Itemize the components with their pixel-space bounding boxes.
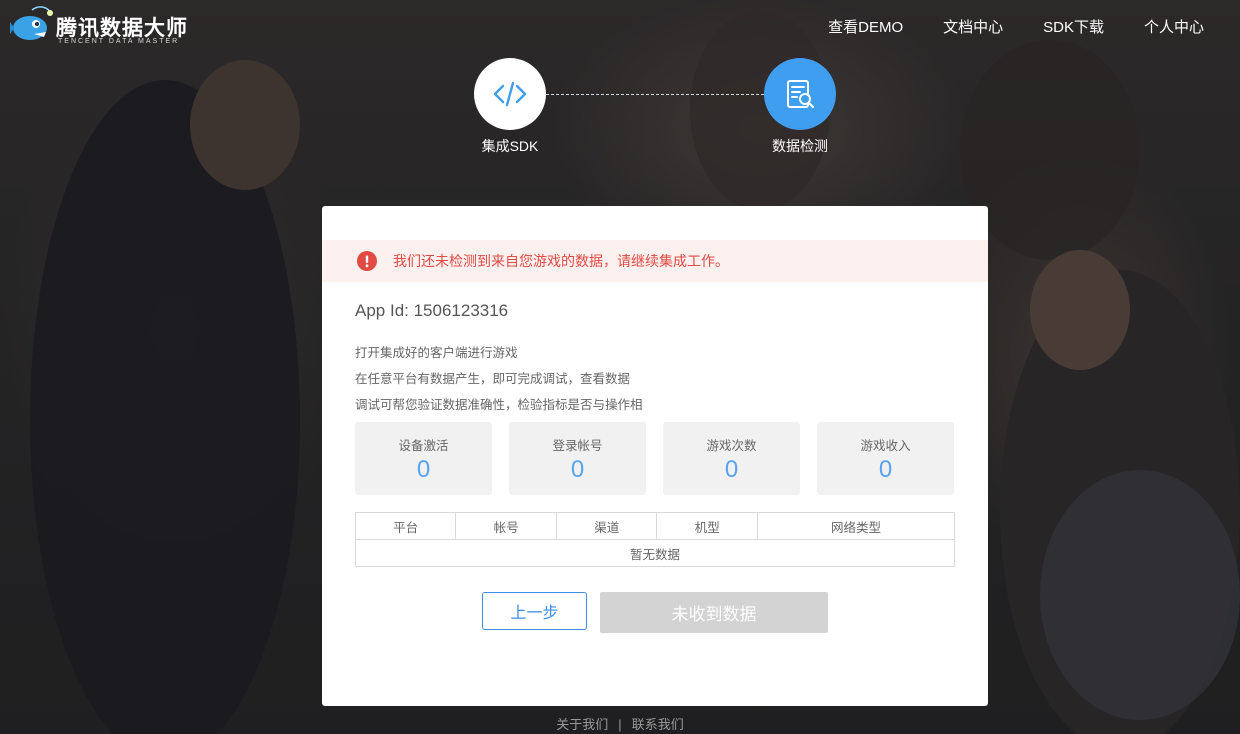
- contact-us-link[interactable]: 联系我们: [632, 717, 684, 732]
- step-data-check: 数据检测: [740, 58, 860, 156]
- brand-logo[interactable]: 腾讯数据大师 TENCENT DATA MASTER: [10, 2, 187, 48]
- step-circle-active: [764, 58, 836, 130]
- top-nav: 查看DEMO 文档中心 SDK下载 个人中心: [828, 16, 1204, 37]
- nav-personal-center[interactable]: 个人中心: [1144, 16, 1204, 37]
- warning-alert: 我们还未检测到来自您游戏的数据，请继续集成工作。: [322, 240, 988, 282]
- stat-device-activation: 设备激活 0: [355, 422, 492, 495]
- step-label: 集成SDK: [481, 138, 539, 154]
- stat-title: 设备激活: [398, 439, 449, 453]
- table-header-row: 平台 帐号 渠道 机型 网络类型: [354, 512, 956, 540]
- stat-login-account: 登录帐号 0: [509, 422, 646, 495]
- nav-docs[interactable]: 文档中心: [943, 16, 1003, 37]
- alert-message: 我们还未检测到来自您游戏的数据，请继续集成工作。: [393, 253, 729, 269]
- step-circle: [474, 58, 546, 130]
- instruction-line: 在任意平台有数据产生，即可完成调试，查看数据: [355, 372, 631, 386]
- data-check-card: 我们还未检测到来自您游戏的数据，请继续集成工作。 App Id: 1506123…: [322, 206, 988, 706]
- code-icon: [493, 81, 527, 107]
- stat-title: 登录帐号: [552, 439, 603, 453]
- step-label: 数据检测: [772, 138, 828, 154]
- nav-demo[interactable]: 查看DEMO: [828, 16, 903, 37]
- instruction-line: 调试可帮您验证数据准确性，检验指标是否与操作相: [355, 398, 643, 412]
- column-header: 渠道: [555, 512, 658, 540]
- stat-value: 0: [570, 456, 585, 483]
- stat-value: 0: [416, 456, 431, 483]
- stats-row: 设备激活 0 登录帐号 0 游戏次数 0 游戏收入 0: [355, 422, 954, 495]
- step-connector: [546, 94, 764, 95]
- prev-step-button[interactable]: 上一步: [482, 592, 587, 630]
- footer: 关于我们 | 联系我们: [0, 714, 1240, 733]
- stat-title: 游戏次数: [706, 439, 757, 453]
- stat-title: 游戏收入: [860, 439, 911, 453]
- stat-value: 0: [724, 456, 739, 483]
- no-data-button[interactable]: 未收到数据: [600, 592, 828, 633]
- anglerfish-logo-icon: [10, 6, 53, 40]
- column-header: 网络类型: [756, 512, 956, 540]
- footer-separator: |: [618, 717, 622, 732]
- column-header: 平台: [354, 512, 457, 540]
- nav-sdk-download[interactable]: SDK下载: [1043, 16, 1104, 37]
- instruction-line: 打开集成好的客户端进行游戏: [355, 346, 518, 360]
- brand-subtitle: TENCENT DATA MASTER: [58, 38, 180, 45]
- stat-value: 0: [878, 456, 893, 483]
- data-table: 平台 帐号 渠道 机型 网络类型 暂无数据: [354, 512, 956, 567]
- app-id: App Id: 1506123316: [355, 301, 509, 320]
- document-search-icon: [787, 80, 815, 109]
- stat-game-count: 游戏次数 0: [663, 422, 800, 495]
- exclamation-icon: [357, 251, 377, 271]
- table-row: 暂无数据: [355, 539, 955, 567]
- empty-state: 暂无数据: [355, 539, 955, 567]
- step-integrate-sdk: 集成SDK: [450, 58, 570, 156]
- column-header: 机型: [656, 512, 758, 540]
- stat-game-revenue: 游戏收入 0: [817, 422, 954, 495]
- column-header: 帐号: [455, 512, 557, 540]
- about-us-link[interactable]: 关于我们: [556, 717, 608, 732]
